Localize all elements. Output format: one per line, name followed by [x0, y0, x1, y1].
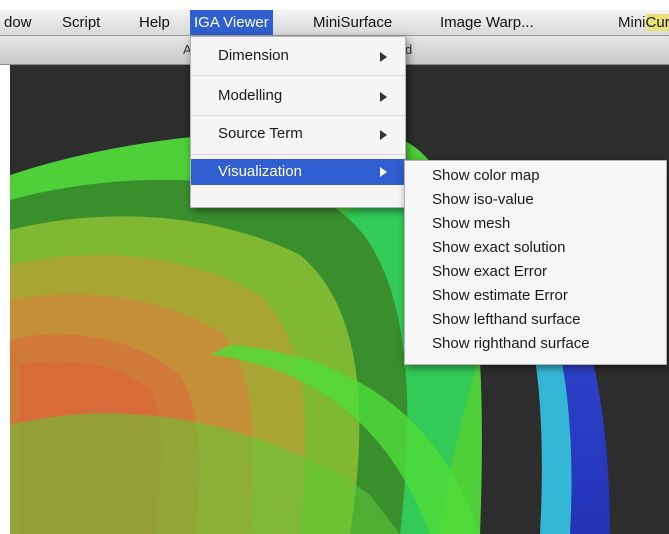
menu-bar: dow Script Help IGA Viewer MiniSurface I… [0, 10, 669, 36]
visualization-submenu: Show color map Show iso-value Show mesh … [404, 160, 667, 365]
menu-separator [191, 115, 405, 116]
menu-help[interactable]: Help [135, 10, 174, 35]
menu-item-label: Dimension [218, 47, 289, 64]
submenu-show-lefthand-surface[interactable]: Show lefthand surface [432, 308, 580, 332]
menu-item-label: Visualization [218, 163, 302, 180]
title-fragment-right: d [405, 42, 413, 57]
submenu-show-exact-error[interactable]: Show exact Error [432, 260, 547, 284]
menu-script[interactable]: Script [58, 10, 104, 35]
submenu-arrow-icon [380, 92, 387, 102]
menu-separator [191, 75, 405, 76]
submenu-arrow-icon [380, 130, 387, 140]
iga-viewer-dropdown: Dimension Modelling Source Term Visualiz… [190, 36, 406, 208]
app-window: dow Script Help IGA Viewer MiniSurface I… [0, 0, 669, 534]
menu-minicurve[interactable]: MiniCurve [618, 10, 669, 35]
menu-item-dimension[interactable]: Dimension [191, 41, 405, 71]
submenu-show-estimate-error[interactable]: Show estimate Error [432, 284, 568, 308]
menu-item-modelling[interactable]: Modelling [191, 81, 405, 111]
submenu-show-iso-value[interactable]: Show iso-value [432, 188, 534, 212]
menu-item-label: Modelling [218, 87, 283, 104]
submenu-show-righthand-surface[interactable]: Show righthand surface [432, 332, 590, 356]
submenu-arrow-icon [380, 52, 387, 62]
menu-minicurve-suffix: Curve [645, 14, 669, 31]
submenu-show-exact-solution[interactable]: Show exact solution [432, 236, 565, 260]
menu-item-label: Source Term [218, 125, 303, 142]
menu-item-visualization[interactable]: Visualization [191, 159, 405, 185]
submenu-arrow-icon [380, 167, 387, 177]
menu-minicurve-prefix: Mini [618, 14, 646, 31]
menu-window[interactable]: dow [0, 10, 36, 35]
submenu-show-color-map[interactable]: Show color map [432, 164, 540, 188]
menu-minisurface[interactable]: MiniSurface [309, 10, 396, 35]
submenu-show-mesh[interactable]: Show mesh [432, 212, 510, 236]
menu-iga-viewer[interactable]: IGA Viewer [190, 10, 273, 35]
menu-separator [191, 154, 405, 155]
menu-image-warp[interactable]: Image Warp... [436, 10, 538, 35]
menu-item-source-term[interactable]: Source Term [191, 119, 405, 149]
